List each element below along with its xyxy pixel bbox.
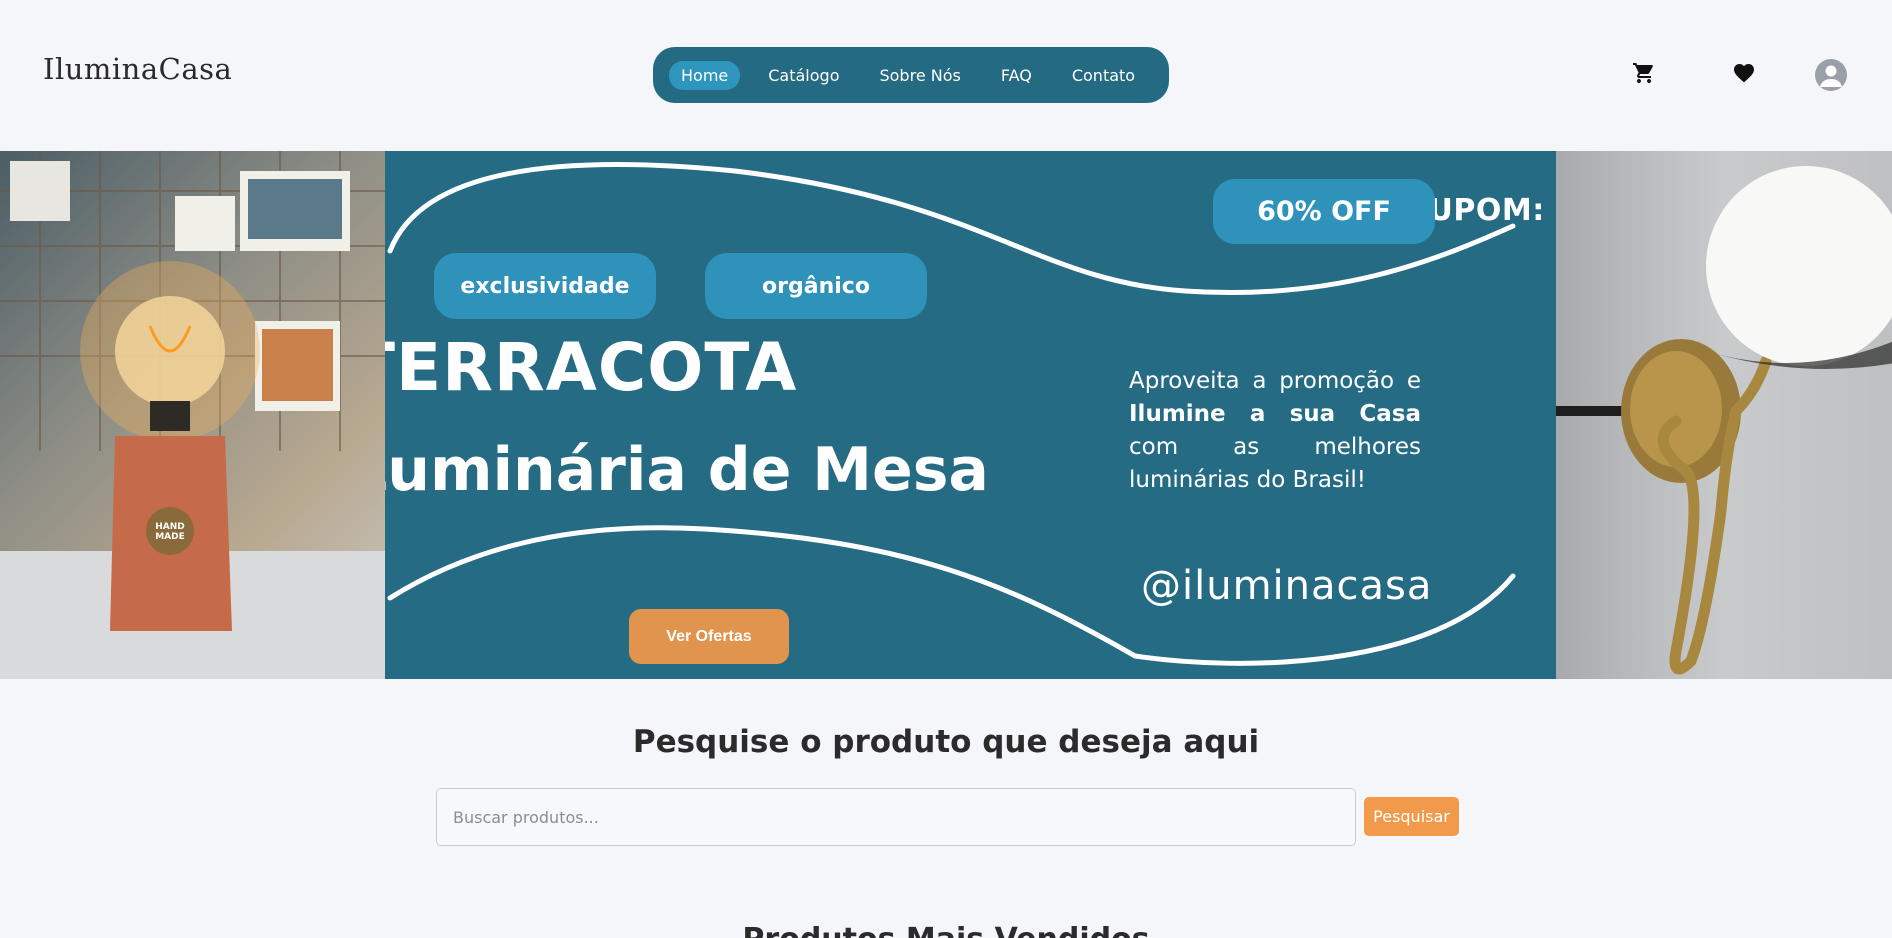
nav-faq[interactable]: FAQ [989, 61, 1044, 90]
site-header: IluminaCasa Home Catálogo Sobre Nós FAQ … [0, 0, 1892, 150]
promo-banner: exclusividade orgânico CUPOM: 60% OFF TE… [385, 151, 1556, 679]
tag-organico: orgânico [705, 253, 927, 319]
nav-home[interactable]: Home [669, 60, 741, 90]
cart-icon[interactable] [1628, 57, 1660, 89]
heart-icon[interactable] [1728, 57, 1760, 89]
best-sellers-title: Produtos Mais Vendidos [0, 922, 1892, 938]
nav-sobre-nos[interactable]: Sobre Nós [867, 61, 972, 90]
hand-made-tag: HAND MADE [155, 522, 185, 542]
promo-text: Aproveita a promoção e Ilumine a sua Cas… [1129, 368, 1421, 493]
ver-ofertas-button[interactable]: Ver Ofertas [629, 609, 789, 664]
search-input[interactable] [436, 788, 1356, 846]
search-title: Pesquise o produto que deseja aqui [632, 724, 1260, 760]
hero-title-product: Luminária de Mesa [385, 435, 989, 505]
main-nav: Home Catálogo Sobre Nós FAQ Contato [653, 47, 1169, 103]
tag-exclusividade: exclusividade [434, 253, 656, 319]
nav-contato[interactable]: Contato [1060, 61, 1147, 90]
instagram-handle: @iluminacasa [1141, 563, 1433, 609]
user-icon[interactable] [1815, 59, 1847, 91]
terracotta-lamp-image: HAND MADE [0, 151, 385, 679]
wall-sconce-image [1556, 151, 1892, 679]
search-button[interactable]: Pesquisar [1364, 797, 1459, 836]
hero-banner: HAND MADE exclusividade orgânico CUPOM: 6… [0, 151, 1892, 679]
cupom-badge: 60% OFF [1213, 179, 1435, 244]
nav-catalogo[interactable]: Catálogo [756, 61, 851, 90]
hero-title-terracota: TERRACOTA [385, 329, 798, 406]
site-logo[interactable]: IluminaCasa [43, 52, 232, 86]
